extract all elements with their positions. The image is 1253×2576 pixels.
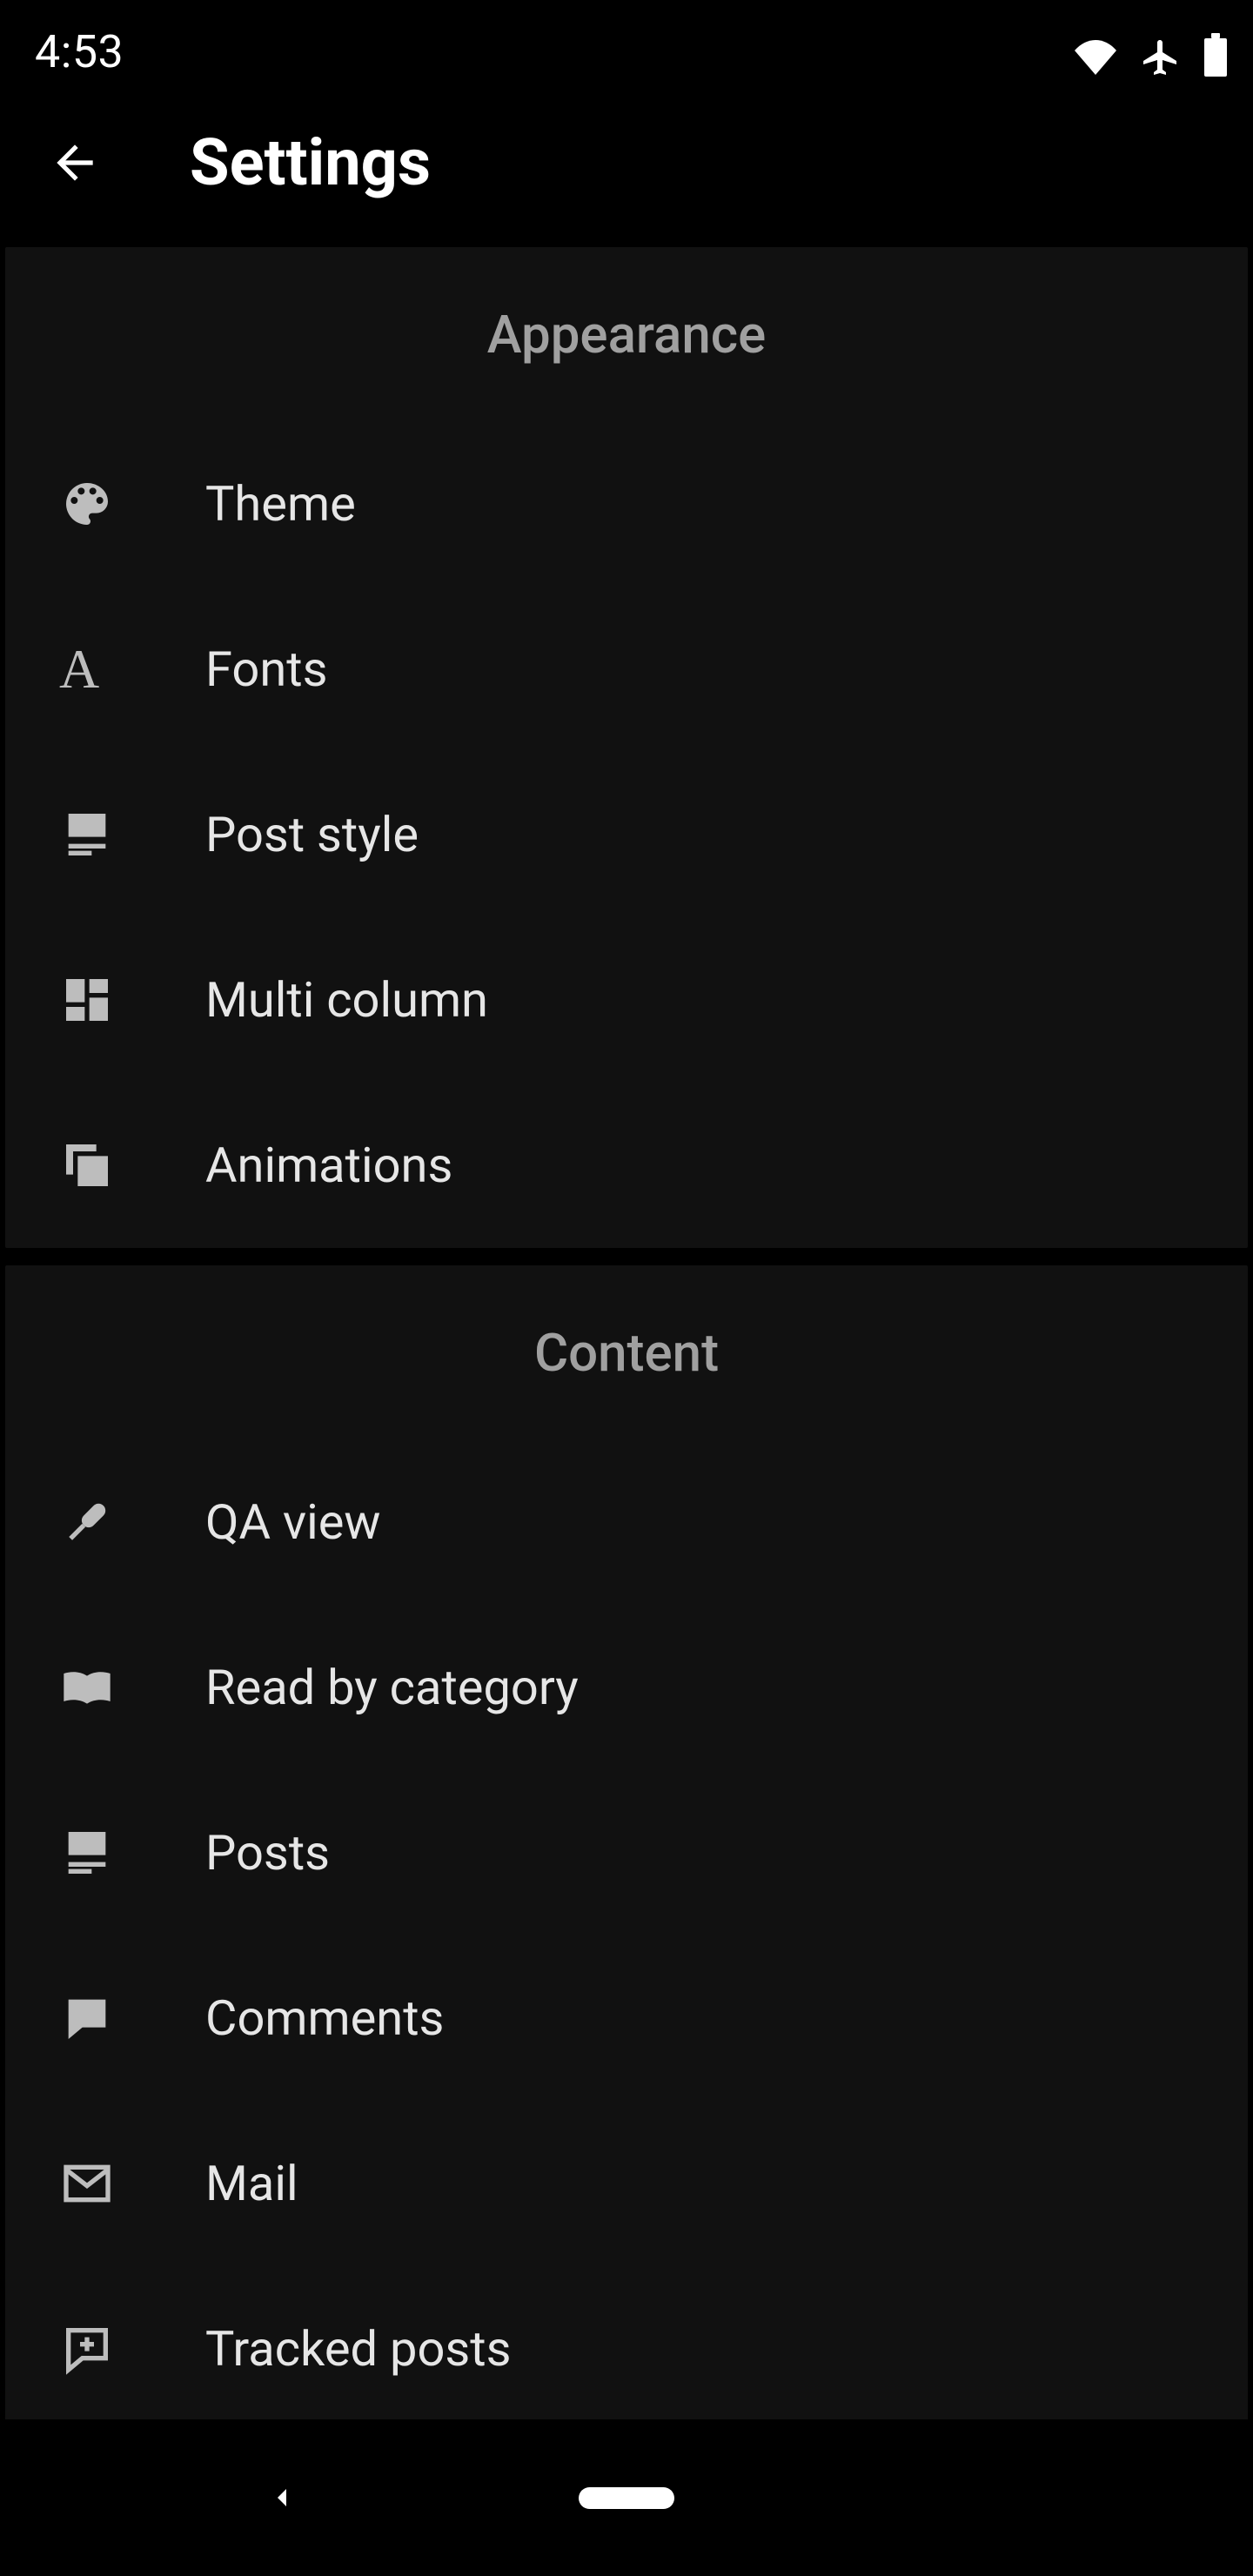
post-card-icon: [59, 807, 115, 862]
settings-item-label: Theme: [205, 475, 356, 533]
layers-icon: [59, 1137, 115, 1193]
settings-item-label: Posts: [205, 1824, 330, 1882]
settings-item-comments[interactable]: Comments: [5, 1935, 1248, 2101]
settings-item-posts[interactable]: Posts: [5, 1770, 1248, 1935]
settings-item-animations[interactable]: Animations: [5, 1083, 1248, 1248]
status-right: [1074, 37, 1227, 78]
back-button[interactable]: [40, 128, 110, 198]
section-content: Content QA view Read by category Posts C…: [5, 1265, 1248, 2432]
settings-item-fonts[interactable]: A Fonts: [5, 587, 1248, 752]
palette-icon: [59, 476, 115, 532]
settings-item-read-by-category[interactable]: Read by category: [5, 1605, 1248, 1770]
settings-item-label: QA view: [205, 1493, 380, 1551]
settings-item-label: Multi column: [205, 971, 488, 1029]
app-bar: Settings: [0, 78, 1253, 247]
settings-item-label: Fonts: [205, 641, 327, 698]
settings-item-label: Comments: [205, 1989, 444, 2047]
settings-item-label: Tracked posts: [205, 2320, 512, 2378]
comment-plus-icon: [59, 2321, 115, 2377]
wifi-icon: [1074, 40, 1117, 75]
section-header-content: Content: [5, 1265, 1248, 1439]
dashboard-icon: [59, 972, 115, 1028]
comment-icon: [59, 1990, 115, 2046]
settings-scroll[interactable]: Appearance Theme A Fonts Post style Mult…: [0, 247, 1253, 2432]
settings-item-tracked-posts[interactable]: Tracked posts: [5, 2266, 1248, 2432]
status-time: 4:53: [35, 25, 124, 78]
mail-icon: [59, 2156, 115, 2211]
settings-item-qa-view[interactable]: QA view: [5, 1439, 1248, 1605]
status-bar: 4:53: [0, 0, 1253, 78]
settings-item-mail[interactable]: Mail: [5, 2101, 1248, 2266]
book-open-icon: [59, 1660, 115, 1715]
page-title: Settings: [190, 125, 431, 201]
font-a-icon: A: [59, 641, 115, 697]
system-back-icon[interactable]: [265, 2480, 299, 2515]
settings-item-label: Post style: [205, 806, 419, 863]
home-indicator[interactable]: [579, 2487, 674, 2509]
post-card-icon: [59, 1825, 115, 1881]
mic-icon: [48, 1483, 127, 1562]
section-header-appearance: Appearance: [5, 247, 1248, 421]
airplane-mode-icon: [1140, 37, 1182, 78]
arrow-left-icon: [48, 136, 102, 190]
system-nav-bar: [0, 2419, 1253, 2576]
settings-item-label: Mail: [205, 2155, 298, 2212]
settings-item-multi-column[interactable]: Multi column: [5, 917, 1248, 1083]
battery-icon: [1204, 38, 1227, 77]
section-appearance: Appearance Theme A Fonts Post style Mult…: [5, 247, 1248, 1248]
settings-item-label: Animations: [205, 1137, 452, 1194]
settings-item-post-style[interactable]: Post style: [5, 752, 1248, 917]
settings-item-theme[interactable]: Theme: [5, 421, 1248, 587]
settings-item-label: Read by category: [205, 1659, 579, 1716]
